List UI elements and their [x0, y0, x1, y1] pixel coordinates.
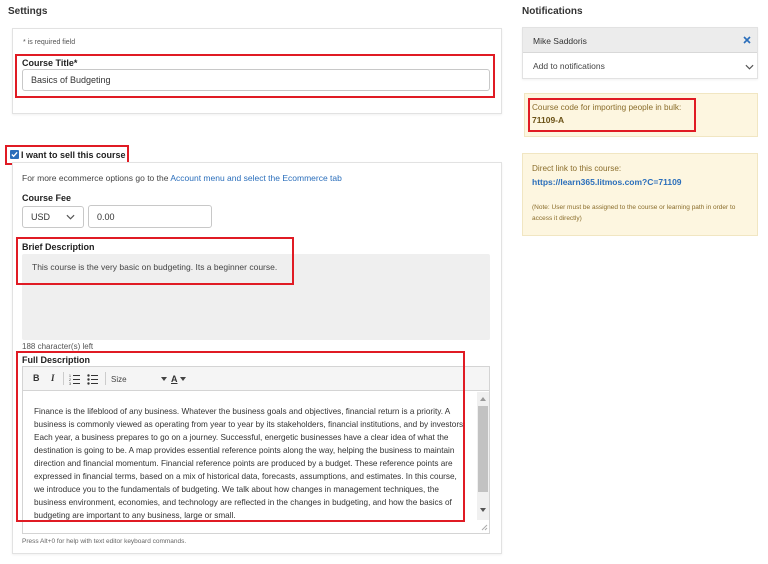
direct-link-label: Direct link to this course:	[532, 164, 622, 173]
brief-description-label: Brief Description	[22, 242, 95, 252]
direct-link-url[interactable]: https://learn365.litmos.com?C=71109	[532, 177, 682, 187]
course-code-value: 71109-A	[532, 115, 565, 125]
scroll-up-icon[interactable]	[480, 397, 486, 401]
chevron-down-icon	[745, 64, 754, 70]
scroll-down-icon[interactable]	[480, 508, 486, 512]
notifications-title: Notifications	[522, 6, 583, 17]
notification-user-name: Mike Saddoris	[533, 36, 587, 46]
chars-left: 188 character(s) left	[22, 342, 94, 351]
ecommerce-note-prefix: For more ecommerce options go to the	[22, 173, 171, 183]
sell-checkbox[interactable]	[10, 150, 19, 159]
chevron-down-icon	[66, 214, 75, 220]
fee-value: 0.00	[97, 211, 115, 222]
full-description-highlight	[16, 351, 465, 522]
ecommerce-note: For more ecommerce options go to the Acc…	[22, 173, 342, 183]
resize-handle-icon[interactable]	[481, 524, 488, 531]
scroll-thumb[interactable]	[478, 406, 488, 492]
editor-scrollbar[interactable]	[477, 392, 489, 520]
sell-label[interactable]: I want to sell this course	[21, 150, 126, 160]
currency-select[interactable]: USD	[22, 206, 84, 228]
direct-link-box: Direct link to this course: https://lear…	[522, 153, 758, 236]
settings-title: Settings	[8, 6, 48, 17]
brief-description-value: This course is the very basic on budgeti…	[32, 262, 278, 272]
fee-input[interactable]: 0.00	[88, 205, 212, 228]
course-title-value: Basics of Budgeting	[31, 75, 111, 85]
add-notifications-placeholder: Add to notifications	[533, 61, 605, 71]
direct-link-note: (Note: User must be assigned to the cour…	[532, 204, 736, 222]
course-fee-label: Course Fee	[22, 193, 72, 203]
currency-value: USD	[31, 212, 51, 222]
course-title-label: Course Title*	[22, 58, 78, 68]
add-notifications-select[interactable]: Add to notifications	[523, 54, 757, 79]
editor-help-text: Press Alt+0 for help with text editor ke…	[22, 538, 187, 545]
required-note: * is required field	[23, 39, 76, 46]
close-icon[interactable]	[743, 36, 751, 44]
notification-user-chip: Mike Saddoris	[523, 28, 757, 53]
full-description-label: Full Description	[22, 355, 91, 365]
checkmark-icon	[11, 151, 18, 158]
course-title-input[interactable]: Basics of Budgeting	[22, 69, 490, 91]
course-code-label: Course code for importing people in bulk…	[532, 103, 682, 112]
ecommerce-link[interactable]: Account menu and select the Ecommerce ta…	[170, 173, 342, 183]
notifications-card: Mike Saddoris Add to notifications	[522, 27, 758, 79]
